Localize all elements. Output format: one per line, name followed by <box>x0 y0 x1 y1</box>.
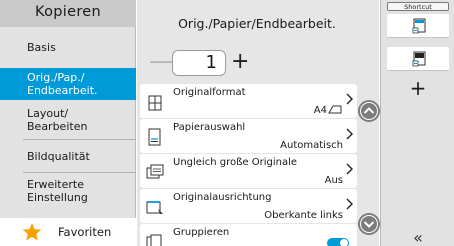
scroll-down-button[interactable] <box>358 213 380 235</box>
collate-icon <box>146 234 162 246</box>
nav-item-label: Orig./Pap./ Endbearbeit. <box>27 71 98 97</box>
setting-papierauswahl[interactable]: Papierauswahl Automatisch <box>140 119 357 153</box>
setting-originalformat[interactable]: Originalformat A4 <box>140 84 357 118</box>
nav-item-basis[interactable]: Basis <box>0 34 136 60</box>
add-shortcut-button[interactable]: + <box>387 78 449 98</box>
setting-label: Originalformat <box>173 87 246 98</box>
divider <box>23 139 136 140</box>
setting-originalausrichtung[interactable]: Originalausrichtung Oberkante links <box>140 189 357 223</box>
nav-item-layout-bearbeiten[interactable]: Layout/ Bearbeiten <box>0 104 136 136</box>
document-shortcut-icon <box>412 18 426 34</box>
menu-title: Kopieren <box>0 0 136 27</box>
setting-gruppieren[interactable]: Gruppieren <box>140 224 357 246</box>
nav-item-label: Layout/ Bearbeiten <box>27 107 88 133</box>
original-orientation-icon <box>146 201 163 214</box>
copies-count-field[interactable]: 1 <box>172 50 226 76</box>
shortcut-button-2[interactable] <box>387 47 449 71</box>
setting-value: Aus <box>324 175 343 186</box>
increase-copies-button[interactable]: + <box>231 50 249 76</box>
star-icon <box>22 223 42 241</box>
chevron-right-icon <box>346 93 353 105</box>
nav-item-label: Basis <box>27 40 56 54</box>
shortcut-label: Shortcut <box>387 2 449 11</box>
landscape-orientation-icon <box>328 105 342 114</box>
favorites-button[interactable]: Favoriten <box>0 218 136 246</box>
paper-tray-icon <box>148 128 161 146</box>
setting-value: Oberkante links <box>264 210 343 221</box>
original-size-icon <box>148 95 162 111</box>
divider <box>23 172 136 173</box>
nav-item-bildqualitaet[interactable]: Bildqualität <box>0 143 136 169</box>
chevron-right-icon <box>346 198 353 210</box>
nav-item-orig-pap-endbearbeit[interactable]: Orig./Pap./ Endbearbeit. <box>0 68 136 100</box>
setting-label: Originalausrichtung <box>173 192 272 203</box>
nav-item-erweiterte-einstellung[interactable]: Erweiterte Einstellung <box>0 175 136 207</box>
shortcut-button-1[interactable] <box>387 14 449 38</box>
nav-item-label: Erweiterte Einstellung <box>27 178 88 204</box>
color-mode-shortcut-icon <box>412 51 426 67</box>
mixed-size-originals-icon <box>146 164 164 179</box>
setting-value: A4 <box>313 105 327 116</box>
chevron-right-icon <box>346 128 353 140</box>
nav-item-label: Bildqualität <box>27 149 90 163</box>
setting-label: Papierauswahl <box>173 122 246 133</box>
setting-value: Automatisch <box>280 140 343 151</box>
setting-ungleich-grosse-originale[interactable]: Ungleich große Originale Aus <box>140 154 357 188</box>
setting-label: Gruppieren <box>173 227 230 238</box>
settings-panel: Orig./Papier/Endbearbeit. — 1 + Original… <box>137 0 380 246</box>
chevron-down-icon <box>360 215 378 233</box>
collapse-panel-button[interactable]: « <box>387 228 449 246</box>
scroll-up-button[interactable] <box>358 100 380 122</box>
chevron-right-icon <box>346 163 353 175</box>
decrease-copies-button[interactable]: — <box>149 49 173 76</box>
setting-label: Ungleich große Originale <box>173 157 297 168</box>
function-menu: Kopieren Basis Orig./Pap./ Endbearbeit. … <box>0 0 136 246</box>
page-title: Orig./Papier/Endbearbeit. <box>178 16 336 31</box>
favorites-label: Favoriten <box>58 225 112 239</box>
shortcut-panel: Shortcut + « <box>380 0 454 246</box>
gruppieren-toggle[interactable] <box>327 238 349 246</box>
chevron-up-icon <box>360 102 378 120</box>
